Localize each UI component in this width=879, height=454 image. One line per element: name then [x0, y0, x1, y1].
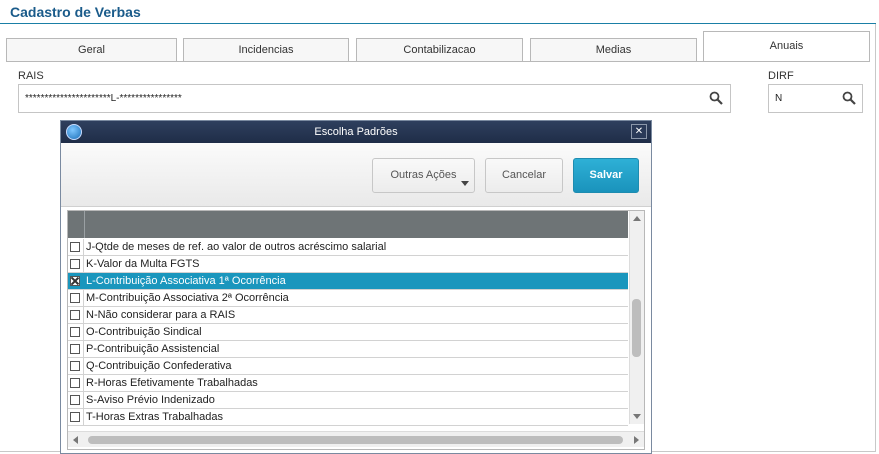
vertical-scrollbar[interactable]	[629, 211, 644, 424]
scroll-right-icon[interactable]	[634, 436, 639, 444]
cancel-button[interactable]: Cancelar	[485, 158, 563, 193]
defaults-grid: J-Qtde de meses de ref. ao valor de outr…	[67, 210, 645, 450]
save-button[interactable]: Salvar	[573, 158, 639, 193]
row-label: T-Horas Extras Trabalhadas	[86, 411, 223, 423]
row-checkbox[interactable]	[70, 327, 80, 337]
table-row[interactable]: L-Contribuição Associativa 1ª Ocorrência	[68, 273, 628, 290]
row-checkbox[interactable]	[70, 310, 80, 320]
checkbox-cell	[68, 392, 84, 408]
tab-incidencias[interactable]: Incidencias	[183, 38, 349, 62]
dialog-title: Escolha Padrões	[314, 126, 398, 138]
table-row[interactable]: O-Contribuição Sindical	[68, 324, 628, 341]
table-row[interactable]: J-Qtde de meses de ref. ao valor de outr…	[68, 239, 628, 256]
row-checkbox[interactable]	[70, 378, 80, 388]
other-actions-button[interactable]: Outras Ações	[372, 158, 475, 193]
row-label: P-Contribuição Assistencial	[86, 343, 220, 355]
rais-input[interactable]: **********************L-****************	[18, 84, 731, 113]
dialog-toolbar: Outras Ações Cancelar Salvar	[61, 143, 651, 207]
checkbox-cell	[68, 358, 84, 374]
dirf-label: DIRF	[768, 70, 794, 82]
checkbox-cell	[68, 273, 84, 289]
grid-header-separator	[84, 211, 85, 238]
choose-defaults-dialog: Escolha Padrões ✕ Outras Ações Cancelar …	[60, 120, 652, 454]
page-title: Cadastro de Verbas	[10, 4, 141, 20]
dialog-titlebar: Escolha Padrões ✕	[61, 121, 651, 143]
row-label: Q-Contribuição Confederativa	[86, 360, 232, 372]
table-row[interactable]: M-Contribuição Associativa 2ª Ocorrência	[68, 290, 628, 307]
row-checkbox[interactable]	[70, 344, 80, 354]
checkbox-cell	[68, 375, 84, 391]
row-checkbox[interactable]	[70, 412, 80, 422]
horizontal-scroll-thumb[interactable]	[88, 436, 623, 444]
table-row[interactable]: Q-Contribuição Confederativa	[68, 358, 628, 375]
row-checkbox[interactable]	[70, 276, 80, 286]
horizontal-scrollbar[interactable]	[68, 431, 644, 447]
row-label: R-Horas Efetivamente Trabalhadas	[86, 377, 258, 389]
app-logo-icon	[66, 124, 82, 140]
row-label: N-Não considerar para a RAIS	[86, 309, 236, 321]
chevron-down-icon	[461, 181, 469, 186]
close-icon[interactable]: ✕	[631, 124, 647, 139]
vertical-scroll-thumb[interactable]	[632, 299, 641, 357]
rais-value: **********************L-****************	[25, 93, 182, 104]
dirf-value: N	[775, 93, 783, 104]
table-row[interactable]: T-Horas Extras Trabalhadas	[68, 409, 628, 426]
row-label: J-Qtde de meses de ref. ao valor de outr…	[86, 241, 387, 253]
other-actions-label: Outras Ações	[390, 169, 457, 181]
tab-contabilizacao[interactable]: Contabilizacao	[356, 38, 523, 62]
checkbox-cell	[68, 307, 84, 323]
dirf-search-icon[interactable]	[842, 91, 856, 105]
tab-medias[interactable]: Medias	[530, 38, 697, 62]
table-row[interactable]: R-Horas Efetivamente Trabalhadas	[68, 375, 628, 392]
checkbox-cell	[68, 324, 84, 340]
rais-search-icon[interactable]	[709, 91, 723, 105]
checkbox-cell	[68, 409, 84, 425]
table-row[interactable]: P-Contribuição Assistencial	[68, 341, 628, 358]
checkbox-cell	[68, 341, 84, 357]
row-checkbox[interactable]	[70, 259, 80, 269]
tab-geral[interactable]: Geral	[6, 38, 177, 62]
rais-label: RAIS	[18, 70, 44, 82]
checkbox-cell	[68, 256, 84, 272]
checkbox-cell	[68, 239, 84, 255]
row-label: L-Contribuição Associativa 1ª Ocorrência	[86, 275, 286, 287]
tab-strip: Geral Incidencias Contabilizacao Medias …	[0, 31, 876, 62]
row-label: O-Contribuição Sindical	[86, 326, 202, 338]
row-checkbox[interactable]	[70, 395, 80, 405]
checkbox-cell	[68, 290, 84, 306]
row-label: S-Aviso Prévio Indenizado	[86, 394, 215, 406]
grid-header	[68, 211, 628, 238]
table-row[interactable]: S-Aviso Prévio Indenizado	[68, 392, 628, 409]
row-label: K-Valor da Multa FGTS	[86, 258, 200, 270]
row-checkbox[interactable]	[70, 293, 80, 303]
table-row[interactable]: K-Valor da Multa FGTS	[68, 256, 628, 273]
scroll-up-icon[interactable]	[633, 216, 641, 221]
row-checkbox[interactable]	[70, 242, 80, 252]
row-label: M-Contribuição Associativa 2ª Ocorrência	[86, 292, 289, 304]
table-row[interactable]: N-Não considerar para a RAIS	[68, 307, 628, 324]
scroll-down-icon[interactable]	[633, 414, 641, 419]
tab-anuais[interactable]: Anuais	[703, 31, 870, 62]
scroll-left-icon[interactable]	[73, 436, 78, 444]
tab-divider	[6, 61, 870, 62]
row-checkbox[interactable]	[70, 361, 80, 371]
